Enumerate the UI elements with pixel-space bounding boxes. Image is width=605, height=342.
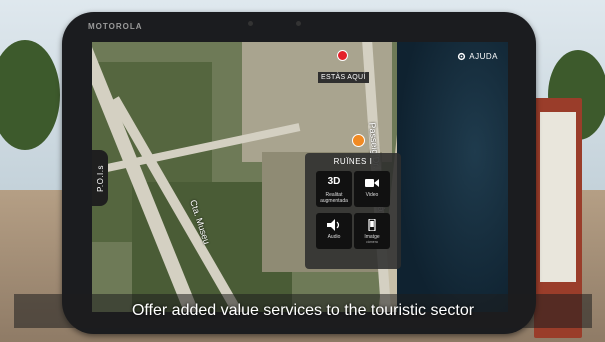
audio-button[interactable]: Audio <box>316 213 352 249</box>
poi-tab-label: P.O.I.s <box>95 164 105 192</box>
gear-icon <box>458 52 466 61</box>
video-label: Video <box>365 192 379 198</box>
brand-logo: MOTOROLA <box>88 22 143 31</box>
sensor-icon <box>296 21 301 26</box>
map-sea <box>397 42 508 312</box>
3d-button[interactable]: 3D Realitat augmentada <box>316 171 352 207</box>
image-button[interactable]: Imatge càmera <box>354 213 390 249</box>
camera-icon <box>248 21 253 26</box>
poi-marker-icon[interactable] <box>352 134 365 147</box>
3d-sub: Realitat augmentada <box>320 192 348 204</box>
tablet-device: MOTOROLA Passeig Dr. Pi i Llussà Cta. Mu… <box>62 12 536 334</box>
help-label: AJUDA <box>469 52 498 61</box>
video-button[interactable]: Video <box>354 171 390 207</box>
audio-label: Audio <box>327 234 341 240</box>
poi-tab[interactable]: P.O.I.s <box>92 150 108 206</box>
poi-popup: RUÏNES I 3D Realitat augmentada Video Au… <box>305 153 401 269</box>
image-sub: càmera <box>366 240 378 244</box>
3d-label: 3D <box>327 176 341 187</box>
video-caption: Offer added value services to the touris… <box>14 294 592 328</box>
audio-speaker-icon <box>327 219 340 231</box>
location-pin-icon[interactable] <box>337 50 348 61</box>
help-button[interactable]: AJUDA <box>457 52 498 61</box>
map-screen[interactable]: Passeig Dr. Pi i Llussà Cta. Museu AJUDA… <box>92 42 508 312</box>
info-sign-panel <box>540 112 576 282</box>
video-camera-icon <box>365 179 379 187</box>
phone-image-icon <box>368 219 376 231</box>
you-are-here-label: ESTÀS AQUÍ <box>318 72 369 83</box>
popup-title: RUÏNES I <box>333 157 373 166</box>
